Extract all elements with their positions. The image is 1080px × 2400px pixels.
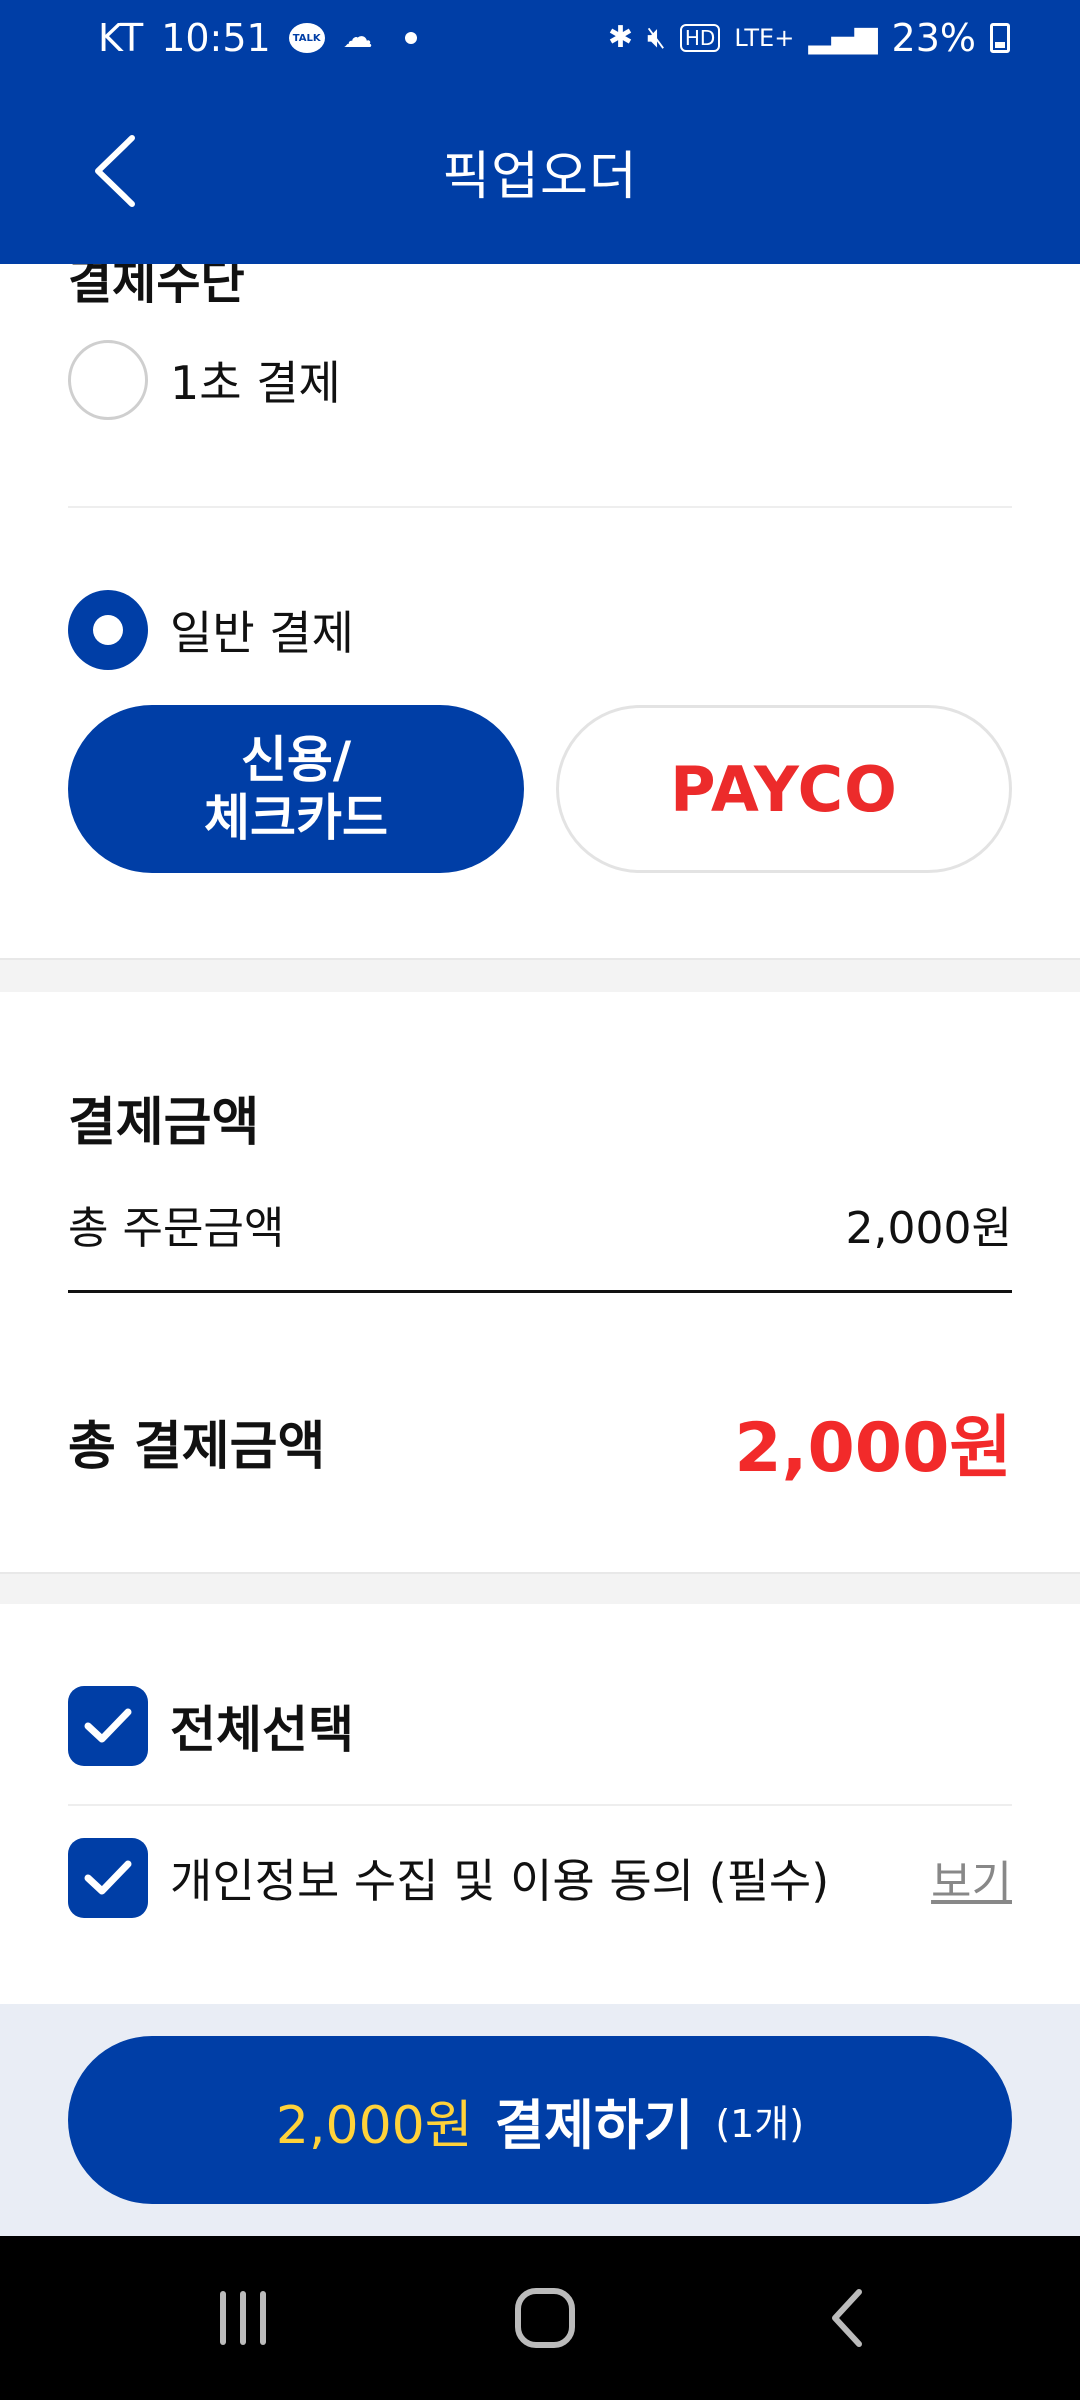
pay-button-label: 결제하기 [494,2093,694,2157]
radio-checked-icon[interactable] [68,590,148,670]
payment-amount-title: 결제금액 [68,1093,260,1153]
privacy-consent-label: 개인정보 수집 및 이용 동의 (필수) [170,1854,830,1908]
amount-divider [68,1290,1012,1293]
hd-voice-icon: HD [679,24,721,52]
bottom-pay-bar: 2,000원 결제하기 (1개) [0,2004,1080,2236]
order-total-row: 총 주문금액 2,000원 [68,1192,1012,1256]
divider [68,506,1012,508]
app-header: 픽업오더 [0,78,1080,264]
network-type-label: LTE+ [734,24,795,52]
payment-method-section: 결제수단 1초 결제 일반 결제 신용/ 체크카드 PAYCO [0,254,1080,958]
system-back-button[interactable] [802,2278,892,2358]
battery-percent: 23% [891,16,976,60]
recent-apps-button[interactable] [198,2278,288,2358]
pay-total-label: 총 결제금액 [68,1417,326,1477]
carrier-label: KT [98,16,144,60]
agreement-section: 전체선택 개인정보 수집 및 이용 동의 (필수) 보기 [0,1604,1080,2004]
clock: 10:51 [161,16,271,60]
checkbox-checked-icon[interactable] [68,1686,148,1766]
checkmark-icon [84,1708,132,1743]
payco-button[interactable]: PAYCO [556,705,1012,873]
recent-apps-icon [220,2291,266,2345]
section-separator [0,1572,1080,1606]
bluetooth-icon: ✱ [607,20,633,55]
home-icon [515,2288,575,2348]
privacy-consent-row[interactable]: 개인정보 수집 및 이용 동의 (필수) 보기 [68,1838,1012,1918]
notification-dot-icon [404,32,417,44]
status-bar: KT 10:51 TALK ☁ ✱ 🔇︎ HD LTE+ ▂▄▆ 23% [0,0,1080,78]
checkbox-checked-icon[interactable] [68,1838,148,1918]
pay-button-amount: 2,000원 [275,2095,473,2156]
order-total-value: 2,000원 [845,1203,1012,1254]
home-button[interactable] [500,2278,590,2358]
pay-total-row: 총 결제금액 2,000원 [68,1392,1012,1491]
credit-check-card-button[interactable]: 신용/ 체크카드 [68,705,524,873]
general-pay-label: 일반 결제 [170,606,354,660]
card-button-line2: 체크카드 [204,789,388,847]
cloud-chat-icon: ☁ [342,20,373,55]
page-title: 픽업오더 [442,147,638,207]
select-all-label: 전체선택 [170,1701,354,1759]
app-top-bar: KT 10:51 TALK ☁ ✱ 🔇︎ HD LTE+ ▂▄▆ 23% 픽업오… [0,0,1080,264]
pay-button[interactable]: 2,000원 결제하기 (1개) [68,2036,1012,2204]
payco-logo: PAYCO [670,752,898,826]
one-second-pay-option[interactable]: 1초 결제 [68,340,341,420]
back-arrow-icon [832,2289,862,2347]
order-total-label: 총 주문금액 [68,1203,285,1254]
radio-unchecked-icon[interactable] [68,340,148,420]
pay-total-value: 2,000원 [734,1409,1012,1488]
pay-button-count: (1개) [715,2101,805,2146]
kakaotalk-icon: TALK [288,23,325,53]
one-second-pay-label: 1초 결제 [170,356,341,410]
system-navigation-bar [0,2236,1080,2400]
mute-icon: 🔇︎ [646,20,666,55]
checkmark-icon [84,1860,132,1895]
general-pay-option[interactable]: 일반 결제 [68,590,354,670]
card-button-line1: 신용/ [240,731,352,789]
battery-icon [990,23,1010,53]
divider [68,1804,1012,1806]
view-terms-link[interactable]: 보기 [931,1846,1012,1910]
signal-icon: ▂▄▆ [808,20,878,55]
payment-amount-section: 결제금액 총 주문금액 2,000원 총 결제금액 2,000원 [0,992,1080,1572]
select-all-row[interactable]: 전체선택 [68,1686,1012,1766]
section-separator [0,958,1080,992]
